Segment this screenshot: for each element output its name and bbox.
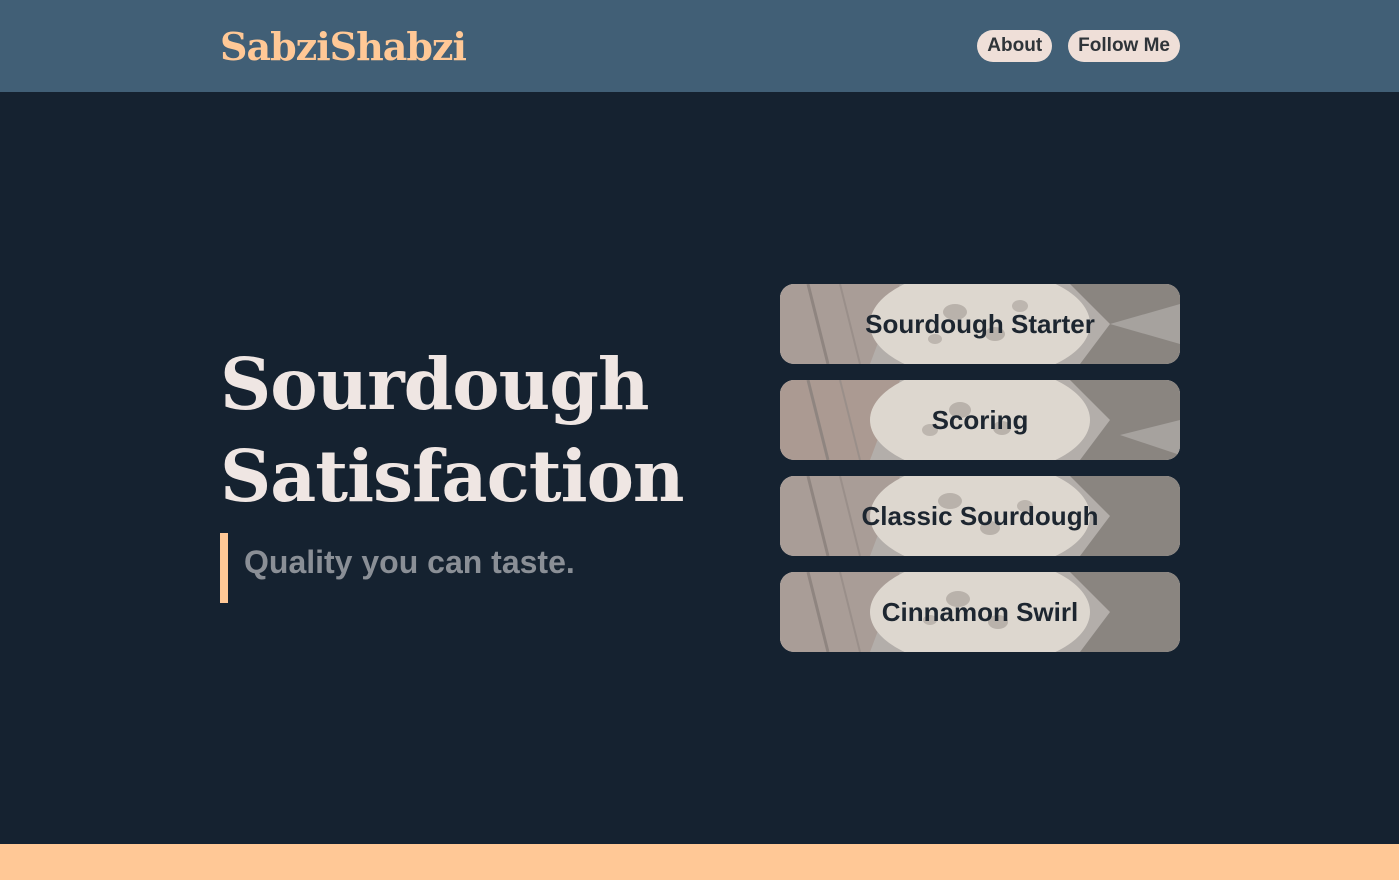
card-scoring[interactable]: Scoring: [780, 380, 1180, 460]
top-nav: About Follow Me: [977, 30, 1180, 62]
card-label: Sourdough Starter: [865, 308, 1095, 339]
hero-title-line-2: Satisfaction: [220, 434, 685, 518]
follow-me-button[interactable]: Follow Me: [1068, 30, 1180, 62]
card-label: Scoring: [931, 404, 1029, 435]
recipe-card-list: Sourdough Starter Scoring Classic Sourdo…: [780, 284, 1180, 668]
tagline-block: Quality you can taste.: [220, 533, 575, 603]
about-button[interactable]: About: [977, 30, 1053, 62]
site-header: SabziShabzi About Follow Me: [0, 0, 1399, 92]
card-label: Classic Sourdough: [861, 500, 1099, 531]
card-cinnamon-swirl[interactable]: Cinnamon Swirl: [780, 572, 1180, 652]
hero-title: Sourdough Satisfaction: [220, 338, 740, 522]
footer-band: [0, 844, 1399, 880]
card-label: Cinnamon Swirl: [881, 596, 1079, 627]
tagline: Quality you can taste.: [244, 543, 575, 580]
card-classic-sourdough[interactable]: Classic Sourdough: [780, 476, 1180, 556]
site-logo[interactable]: SabziShabzi: [220, 24, 467, 70]
card-sourdough-starter[interactable]: Sourdough Starter: [780, 284, 1180, 364]
hero-title-line-1: Sourdough: [220, 342, 650, 426]
